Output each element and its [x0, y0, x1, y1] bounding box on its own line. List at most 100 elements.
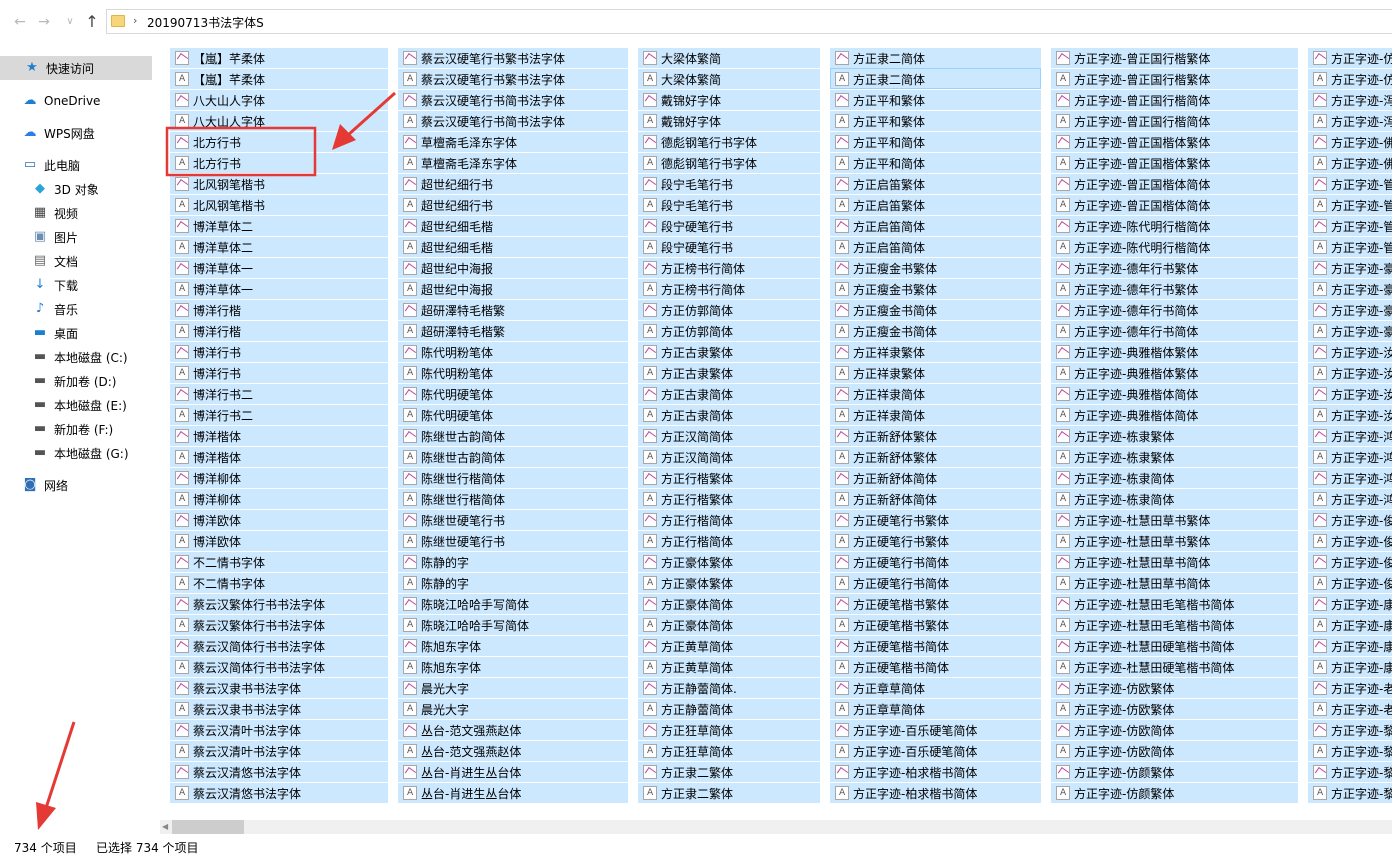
file-item[interactable]: 方正字迹-汝: [1308, 404, 1392, 425]
file-item[interactable]: 方正仿郭简体: [638, 320, 820, 341]
file-item[interactable]: 方正字迹-鸿: [1308, 446, 1392, 467]
file-item[interactable]: 段宁毛笔行书: [638, 173, 820, 194]
file-item[interactable]: 方正隶二简体: [830, 47, 1041, 68]
file-item[interactable]: 方正榜书行简体: [638, 257, 820, 278]
file-item[interactable]: 蔡云汉简体行书书法字体: [170, 656, 388, 677]
file-item[interactable]: 方正硬笔行书简体: [830, 572, 1041, 593]
file-item[interactable]: 方正字迹-黎: [1308, 782, 1392, 803]
file-item[interactable]: 陈代明粉笔体: [398, 341, 628, 362]
file-item[interactable]: 方正硬笔楷书简体: [830, 635, 1041, 656]
file-item[interactable]: 方正狂草简体: [638, 740, 820, 761]
file-item[interactable]: 方正榜书行简体: [638, 278, 820, 299]
file-item[interactable]: 方正新舒体简体: [830, 467, 1041, 488]
file-item[interactable]: 晨光大字: [398, 677, 628, 698]
file-item[interactable]: 方正字迹-老: [1308, 677, 1392, 698]
file-item[interactable]: 方正启笛简体: [830, 236, 1041, 257]
file-item[interactable]: 蔡云汉隶书书法字体: [170, 698, 388, 719]
file-item[interactable]: 方正隶二简体: [830, 68, 1041, 89]
file-item[interactable]: 大梁体繁简: [638, 68, 820, 89]
file-item[interactable]: 蔡云汉清叶书法字体: [170, 740, 388, 761]
sidebar-item-14[interactable]: ▬ 新加卷 (F:): [0, 417, 152, 441]
file-item[interactable]: 方正字迹-曾正国行楷繁体: [1051, 68, 1298, 89]
file-item[interactable]: 博洋柳体: [170, 467, 388, 488]
sidebar-item-2[interactable]: ☁ WPS网盘: [0, 121, 152, 145]
up-arrow-icon[interactable]: ↑: [82, 12, 102, 32]
file-item[interactable]: 丛台-范文强燕赵体: [398, 740, 628, 761]
file-item[interactable]: 方正新舒体繁体: [830, 425, 1041, 446]
file-item[interactable]: 方正字迹-柏求楷书简体: [830, 761, 1041, 782]
file-item[interactable]: 方正豪体简体: [638, 593, 820, 614]
file-item[interactable]: 方正字迹-杜慧田硬笔楷书简体: [1051, 635, 1298, 656]
file-item[interactable]: 陈晓江哈哈手写简体: [398, 593, 628, 614]
file-item[interactable]: 草檀斋毛泽东字体: [398, 131, 628, 152]
file-item[interactable]: 段宁硬笔行书: [638, 215, 820, 236]
file-item[interactable]: 方正字迹-康: [1308, 614, 1392, 635]
file-item[interactable]: 超世纪细行书: [398, 173, 628, 194]
file-item[interactable]: 方正硬笔行书简体: [830, 551, 1041, 572]
file-item[interactable]: 方正启笛简体: [830, 215, 1041, 236]
file-item[interactable]: 方正古隶简体: [638, 404, 820, 425]
file-item[interactable]: 方正字迹-德年行书简体: [1051, 320, 1298, 341]
file-item[interactable]: 【嵐】芊柔体: [170, 47, 388, 68]
file-item[interactable]: 方正字迹-杜慧田毛笔楷书简体: [1051, 593, 1298, 614]
file-item[interactable]: 方正仿郭简体: [638, 299, 820, 320]
file-item[interactable]: 陈代明硬笔体: [398, 383, 628, 404]
file-item[interactable]: 段宁硬笔行书: [638, 236, 820, 257]
file-item[interactable]: 北方行书: [170, 152, 388, 173]
file-item[interactable]: 方正行楷繁体: [638, 488, 820, 509]
file-item[interactable]: 方正字迹-佛: [1308, 152, 1392, 173]
scroll-left-icon[interactable]: ◀: [162, 822, 168, 831]
file-item[interactable]: 方正静蕾简体: [638, 698, 820, 719]
file-item[interactable]: 方正字迹-栋隶繁体: [1051, 425, 1298, 446]
file-item[interactable]: 方正字迹-杜慧田毛笔楷书简体: [1051, 614, 1298, 635]
file-item[interactable]: 方正隶二繁体: [638, 761, 820, 782]
file-item[interactable]: 方正字迹-栋隶繁体: [1051, 446, 1298, 467]
file-item[interactable]: 陈继世行楷简体: [398, 488, 628, 509]
sidebar-item-7[interactable]: ▤ 文档: [0, 249, 152, 273]
file-item[interactable]: 方正硬笔行书繁体: [830, 530, 1041, 551]
file-item[interactable]: 方正瘦金书简体: [830, 320, 1041, 341]
file-item[interactable]: 超世纪细毛楷: [398, 236, 628, 257]
file-item[interactable]: 方正字迹-鸿: [1308, 425, 1392, 446]
file-item[interactable]: 方正字迹-俊: [1308, 530, 1392, 551]
file-item[interactable]: 段宁毛笔行书: [638, 194, 820, 215]
file-item[interactable]: 方正字迹-栋隶简体: [1051, 488, 1298, 509]
file-item[interactable]: 陈晓江哈哈手写简体: [398, 614, 628, 635]
file-item[interactable]: 德彪钢笔行书字体: [638, 152, 820, 173]
file-item[interactable]: 方正字迹-仿欧简体: [1051, 740, 1298, 761]
file-item[interactable]: 博洋草体一: [170, 257, 388, 278]
file-item[interactable]: 陈代明粉笔体: [398, 362, 628, 383]
file-item[interactable]: 陈继世硬笔行书: [398, 530, 628, 551]
file-item[interactable]: 丛台-肖进生丛台体: [398, 761, 628, 782]
file-item[interactable]: 方正平和繁体: [830, 89, 1041, 110]
file-item[interactable]: 方正字迹-杜慧田草书简体: [1051, 551, 1298, 572]
file-item[interactable]: 方正字迹-汝: [1308, 383, 1392, 404]
file-item[interactable]: 方正字迹-仿颜繁体: [1051, 761, 1298, 782]
file-item[interactable]: 方正字迹-杜慧田硬笔楷书简体: [1051, 656, 1298, 677]
file-item[interactable]: 博洋柳体: [170, 488, 388, 509]
file-item[interactable]: 方正字迹-豪: [1308, 257, 1392, 278]
file-item[interactable]: 陈继世古韵简体: [398, 446, 628, 467]
file-item[interactable]: 博洋草体二: [170, 236, 388, 257]
file-item[interactable]: 草檀斋毛泽东字体: [398, 152, 628, 173]
file-item[interactable]: 超世纪细毛楷: [398, 215, 628, 236]
file-item[interactable]: 博洋行书二: [170, 404, 388, 425]
file-item[interactable]: 方正字迹-典雅楷体繁体: [1051, 341, 1298, 362]
file-item[interactable]: 方正新舒体繁体: [830, 446, 1041, 467]
file-item[interactable]: 博洋行书: [170, 362, 388, 383]
file-item[interactable]: 方正字迹-曾正国行楷简体: [1051, 89, 1298, 110]
file-item[interactable]: 蔡云汉硬笔行书简书法字体: [398, 110, 628, 131]
file-item[interactable]: 方正硬笔楷书简体: [830, 656, 1041, 677]
file-item[interactable]: 方正字迹-康: [1308, 656, 1392, 677]
sidebar-item-9[interactable]: ♪ 音乐: [0, 297, 152, 321]
file-item[interactable]: 德彪钢笔行书字体: [638, 131, 820, 152]
file-item[interactable]: 方正字迹-栋隶简体: [1051, 467, 1298, 488]
file-item[interactable]: 方正字迹-仿欧简体: [1051, 719, 1298, 740]
file-item[interactable]: 蔡云汉隶书书法字体: [170, 677, 388, 698]
file-item[interactable]: 方正黄草简体: [638, 635, 820, 656]
file-item[interactable]: 蔡云汉硬笔行书繁书法字体: [398, 47, 628, 68]
file-item[interactable]: 方正字迹-曾正国楷体简体: [1051, 194, 1298, 215]
file-item[interactable]: 博洋草体一: [170, 278, 388, 299]
file-item[interactable]: 方正字迹-泻: [1308, 110, 1392, 131]
scrollbar-thumb[interactable]: [172, 820, 244, 834]
